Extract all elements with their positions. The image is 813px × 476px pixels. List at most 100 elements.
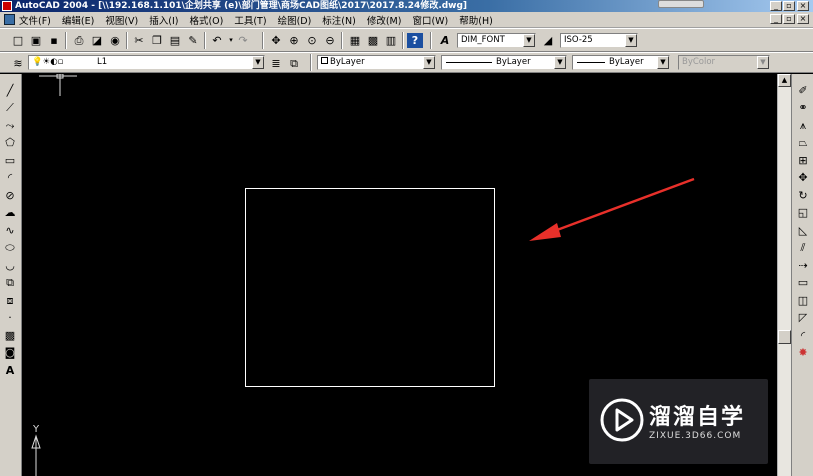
menu-draw[interactable]: 绘图(D)	[278, 13, 312, 27]
construction-line-icon[interactable]: ⟋	[2, 99, 18, 115]
layer-previous-icon[interactable]: ⧉	[286, 56, 302, 71]
drawn-rectangle[interactable]	[245, 188, 495, 387]
menu-format[interactable]: 格式(O)	[189, 13, 223, 27]
draw-toolbar: ╱ ⟋ ⤳ ⬠ ▭ ◜ ⊘ ☁ ∿ ⬭ ◡ ⧉ ⧈ · ▩ ◙ A	[0, 74, 22, 476]
chevron-down-icon[interactable]: ▼	[423, 56, 435, 69]
vertical-scrollbar[interactable]: ▲	[777, 74, 791, 476]
copy-object-icon[interactable]: ⚭	[795, 99, 811, 115]
plot-style-control-select: ByColor ▼	[678, 55, 770, 70]
document-icon[interactable]	[4, 14, 15, 25]
chamfer-icon[interactable]: ◸	[795, 309, 811, 325]
explode-icon[interactable]: ✸	[795, 344, 811, 360]
play-logo-icon	[600, 398, 644, 442]
multiline-text-icon[interactable]: A	[2, 362, 18, 378]
publish-icon[interactable]: ◉	[107, 33, 123, 48]
layer-state-icons: 💡☀◐▫	[32, 57, 64, 67]
taskbar-thumbnail	[658, 0, 704, 8]
point-icon[interactable]: ·	[2, 309, 18, 325]
menu-insert[interactable]: 插入(I)	[149, 13, 178, 27]
circle-tool-icon[interactable]: ⊘	[2, 187, 18, 203]
line-tool-icon[interactable]: ╱	[2, 82, 18, 98]
arc-tool-icon[interactable]: ◜	[2, 169, 18, 185]
window-title: AutoCAD 2004 - [\\192.168.1.101\企划共享 (e)…	[15, 1, 468, 11]
break-icon[interactable]: ▭	[795, 274, 811, 290]
scale-icon[interactable]: ◱	[795, 204, 811, 220]
text-style-icon[interactable]: A	[437, 33, 453, 48]
redo-icon[interactable]: ↷	[235, 33, 251, 48]
menu-view[interactable]: 视图(V)	[105, 13, 138, 27]
ellipse-icon[interactable]: ⬭	[2, 239, 18, 255]
properties-icon[interactable]: ▦	[347, 33, 363, 48]
trim-icon[interactable]: ⫽	[795, 239, 811, 255]
ellipse-arc-icon[interactable]: ◡	[2, 257, 18, 273]
menu-modify[interactable]: 修改(M)	[367, 13, 402, 27]
join-icon[interactable]: ◫	[795, 292, 811, 308]
chevron-down-icon[interactable]: ▼	[657, 56, 669, 69]
chevron-down-icon[interactable]: ▼	[625, 34, 637, 47]
lineweight-control-select[interactable]: ByLayer ▼	[572, 55, 670, 70]
menu-file[interactable]: 文件(F)	[19, 13, 51, 27]
print-preview-icon[interactable]: ◪	[89, 33, 105, 48]
scrollbar-thumb[interactable]	[778, 330, 791, 344]
zoom-previous-icon[interactable]: ⊖	[322, 33, 338, 48]
zoom-realtime-icon[interactable]: ⊕	[286, 33, 302, 48]
mirror-icon[interactable]: ⩚	[795, 117, 811, 133]
chevron-down-icon[interactable]: ▼	[554, 56, 566, 69]
offset-icon[interactable]: ⏢	[795, 134, 811, 150]
new-file-icon[interactable]: □	[10, 33, 26, 48]
array-icon[interactable]: ⊞	[795, 152, 811, 168]
chevron-down-icon[interactable]: ▼	[523, 34, 535, 47]
minimize-app-button[interactable]: _	[770, 1, 782, 11]
chevron-down-icon[interactable]: ▼	[252, 56, 264, 69]
copy-icon[interactable]: ❐	[149, 33, 165, 48]
text-style-select[interactable]: DIM_FONT ▼	[457, 33, 536, 48]
dimension-style-select[interactable]: ISO-25 ▼	[560, 33, 638, 48]
rectangle-tool-icon[interactable]: ▭	[2, 152, 18, 168]
polyline-icon[interactable]: ⤳	[2, 117, 18, 133]
make-object-layer-current-icon[interactable]: ≣	[268, 56, 284, 71]
move-icon[interactable]: ✥	[795, 169, 811, 185]
restore-app-button[interactable]: ▫	[783, 1, 795, 11]
match-properties-icon[interactable]: ✎	[185, 33, 201, 48]
layer-select[interactable]: 💡☀◐▫ L1 ▼	[28, 55, 265, 70]
make-block-icon[interactable]: ⧈	[2, 292, 18, 308]
menu-help[interactable]: 帮助(H)	[459, 13, 493, 27]
paste-icon[interactable]: ▤	[167, 33, 183, 48]
revision-cloud-icon[interactable]: ☁	[2, 204, 18, 220]
save-icon[interactable]: ▪	[46, 33, 62, 48]
minimize-doc-button[interactable]: _	[770, 14, 782, 24]
print-icon[interactable]: ⎙	[71, 33, 87, 48]
design-center-icon[interactable]: ▩	[365, 33, 381, 48]
color-control-select[interactable]: ByLayer ▼	[317, 55, 436, 70]
restore-doc-button[interactable]: ▫	[783, 14, 795, 24]
open-file-icon[interactable]: ▣	[28, 33, 44, 48]
linetype-control-select[interactable]: ByLayer ▼	[441, 55, 567, 70]
zoom-window-icon[interactable]: ⊙	[304, 33, 320, 48]
insert-block-icon[interactable]: ⧉	[2, 274, 18, 290]
pan-icon[interactable]: ✥	[268, 33, 284, 48]
tool-palettes-icon[interactable]: ▥	[383, 33, 399, 48]
menu-tools[interactable]: 工具(T)	[234, 13, 266, 27]
region-icon[interactable]: ◙	[2, 344, 18, 360]
lineweight-sample	[577, 62, 605, 63]
help-icon[interactable]: ?	[407, 33, 423, 48]
rotate-icon[interactable]: ↻	[795, 187, 811, 203]
spline-icon[interactable]: ∿	[2, 222, 18, 238]
polygon-icon[interactable]: ⬠	[2, 134, 18, 150]
stretch-icon[interactable]: ◺	[795, 222, 811, 238]
hatch-icon[interactable]: ▩	[2, 327, 18, 343]
watermark-logo: 溜溜自学 ZIXUE.3D66.COM	[589, 379, 768, 464]
menu-edit[interactable]: 编辑(E)	[62, 13, 94, 27]
dimension-style-icon[interactable]: ◢	[540, 33, 556, 48]
menu-dimension[interactable]: 标注(N)	[322, 13, 356, 27]
erase-icon[interactable]: ✐	[795, 82, 811, 98]
cut-icon[interactable]: ✂	[131, 33, 147, 48]
autocad-app-icon[interactable]	[2, 1, 12, 11]
scroll-up-icon[interactable]: ▲	[778, 74, 791, 87]
close-doc-button[interactable]: ×	[797, 14, 809, 24]
extend-icon[interactable]: ⇢	[795, 257, 811, 273]
fillet-icon[interactable]: ◜	[795, 327, 811, 343]
layer-manager-icon[interactable]: ≋	[10, 56, 26, 71]
menu-window[interactable]: 窗口(W)	[412, 13, 448, 27]
close-app-button[interactable]: ×	[797, 1, 809, 11]
